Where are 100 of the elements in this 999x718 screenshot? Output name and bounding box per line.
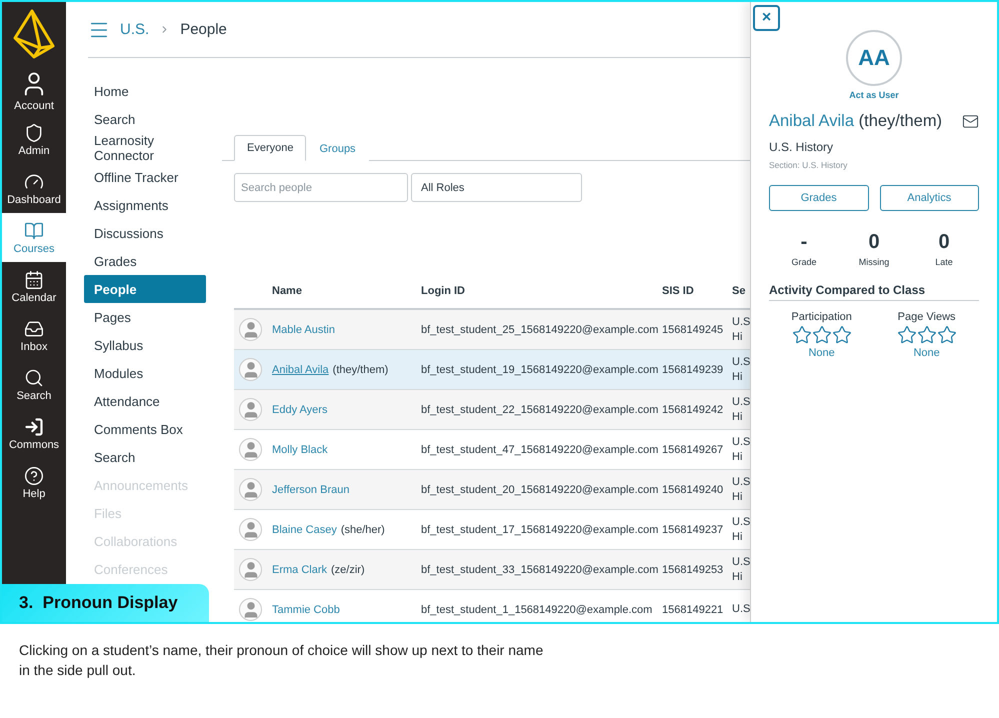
table-cell-text: Hi [732, 570, 744, 584]
search-icon [24, 368, 44, 388]
breadcrumb-link[interactable]: U.S. [120, 21, 150, 38]
course-nav-item[interactable]: Syllabus [84, 331, 206, 359]
avatar-icon [239, 358, 262, 381]
global-nav-item[interactable]: Courses [2, 213, 66, 262]
course-name: U.S. History [769, 140, 834, 154]
table-cell-text: Hi [732, 450, 744, 464]
student-name-link[interactable]: Jefferson Braun [272, 484, 350, 496]
table-cell-text: bf_test_student_22_1568149220@example.com [421, 404, 660, 416]
course-nav-item[interactable]: Search [84, 443, 206, 471]
student-name-link[interactable]: Blaine Casey [272, 524, 337, 536]
table-cell-text: bf_test_student_1_1568149220@example.com [421, 604, 654, 616]
global-nav-item[interactable]: Calendar [2, 262, 66, 311]
table-cell-text: Hi [732, 330, 744, 344]
page-title: People [180, 21, 227, 38]
stat-label: Late [935, 257, 953, 267]
global-nav-item[interactable]: Admin [2, 115, 66, 164]
pronouns: (she/her) [340, 524, 385, 536]
rating-link[interactable]: None [913, 347, 940, 359]
arrow-icon [24, 416, 44, 436]
global-nav-item[interactable]: Dashboard [2, 164, 66, 213]
table-cell-text: bf_test_student_25_1568149220@example.com [421, 324, 660, 336]
course-nav-item[interactable]: Learnosity Connector [84, 133, 206, 163]
table-cell-text: 1568149245 [662, 324, 724, 336]
course-nav-item[interactable]: Pages [84, 303, 206, 331]
course-nav-item[interactable]: Modules [84, 359, 206, 387]
stat-value: 0 [868, 231, 880, 254]
avatar-icon [239, 478, 262, 501]
stat-value: - [800, 231, 808, 254]
table-cell-text: 1568149239 [662, 364, 724, 376]
column-header: Name [272, 285, 303, 297]
pronouns: (ze/zir) [331, 564, 365, 576]
logo-icon [12, 8, 56, 60]
table-cell: U.S [732, 434, 750, 450]
global-nav-item[interactable]: Commons [2, 409, 66, 458]
mail-icon[interactable] [962, 113, 979, 130]
student-name-link[interactable]: Eddy Ayers [272, 404, 328, 416]
course-nav-item[interactable]: Grades [84, 247, 206, 275]
stat-label: Missing [858, 257, 890, 267]
close-button[interactable]: × [753, 5, 780, 31]
activity-label: Page Views [898, 311, 956, 323]
table-cell-text: bf_test_student_17_1568149220@example.com [421, 524, 660, 536]
star-icon [792, 325, 812, 345]
student-name-link[interactable]: Mable Austin [272, 324, 335, 336]
table-cell: U.S [732, 314, 750, 330]
course-nav-item[interactable]: Assignments [84, 191, 206, 219]
course-nav-item[interactable]: Offline Tracker [84, 163, 206, 191]
avatar-icon [239, 558, 262, 581]
star-icon [832, 325, 852, 345]
column-header: SIS ID [662, 285, 695, 297]
course-nav-item[interactable]: Home [84, 77, 206, 105]
section-heading: Activity Compared to Class [769, 283, 979, 301]
rating-link[interactable]: None [808, 347, 835, 359]
role-select[interactable]: All Roles [411, 173, 582, 202]
star-icon [896, 325, 917, 345]
course-nav-item[interactable]: Attendance [84, 387, 206, 415]
star-icon [936, 325, 957, 345]
table-cell: U.S [732, 602, 750, 617]
avatar-icon [239, 438, 262, 461]
search-field[interactable]: Search people [234, 173, 408, 202]
user-name: Anibal Avila (they/them) [769, 112, 942, 131]
activity-label: Participation [791, 311, 852, 323]
avatar-icon [239, 518, 262, 541]
callout-description: Clicking on a student’s name, their pronoun of choice will show up next to their name in the side pull out. [18, 641, 544, 680]
table-cell: U.S [732, 474, 750, 490]
global-nav-item[interactable]: Account [2, 66, 66, 115]
table-cell-text: 1568149267 [662, 444, 724, 456]
table-cell: U.S [732, 554, 750, 570]
avatar-icon [239, 398, 262, 421]
table-cell-text: bf_test_student_19_1568149220@example.com [421, 364, 660, 376]
avatar-icon [239, 318, 262, 341]
tab[interactable]: Everyone [234, 135, 306, 161]
table-cell: U.S [732, 514, 750, 530]
student-name-link[interactable]: Molly Black [272, 444, 328, 456]
gauge-icon [24, 172, 44, 192]
course-nav-item[interactable]: Discussions [84, 219, 206, 247]
course-nav-item[interactable]: People [84, 275, 206, 303]
column-header: Login ID [421, 285, 466, 297]
student-name-link[interactable]: Tammie Cobb [272, 604, 340, 616]
act-as-user-link[interactable]: Act as User [849, 90, 899, 100]
stat-value: 0 [938, 231, 950, 254]
table-cell: U.S [732, 394, 750, 410]
student-name-link[interactable]: Erma Clark [272, 564, 328, 576]
global-nav-item[interactable]: Help [2, 458, 66, 507]
panel-button[interactable]: Analytics [880, 185, 979, 211]
global-nav-item[interactable]: Search [2, 360, 66, 409]
global-nav-item[interactable]: Inbox [2, 311, 66, 360]
course-nav-item[interactable]: Comments Box [84, 415, 206, 443]
table-cell-text: bf_test_student_33_1568149220@example.com [421, 564, 660, 576]
calendar-icon [24, 270, 44, 290]
panel-button[interactable]: Grades [769, 185, 868, 211]
table-cell: U.S [732, 354, 750, 370]
star-icon [916, 325, 937, 345]
student-name-link[interactable]: Anibal Avila [272, 364, 329, 376]
table-cell-text: 1568149242 [662, 404, 724, 416]
course-nav-item[interactable]: Search [84, 105, 206, 133]
book-icon [24, 220, 44, 240]
stat-label: Grade [791, 257, 816, 267]
avatar-icon [239, 598, 262, 621]
